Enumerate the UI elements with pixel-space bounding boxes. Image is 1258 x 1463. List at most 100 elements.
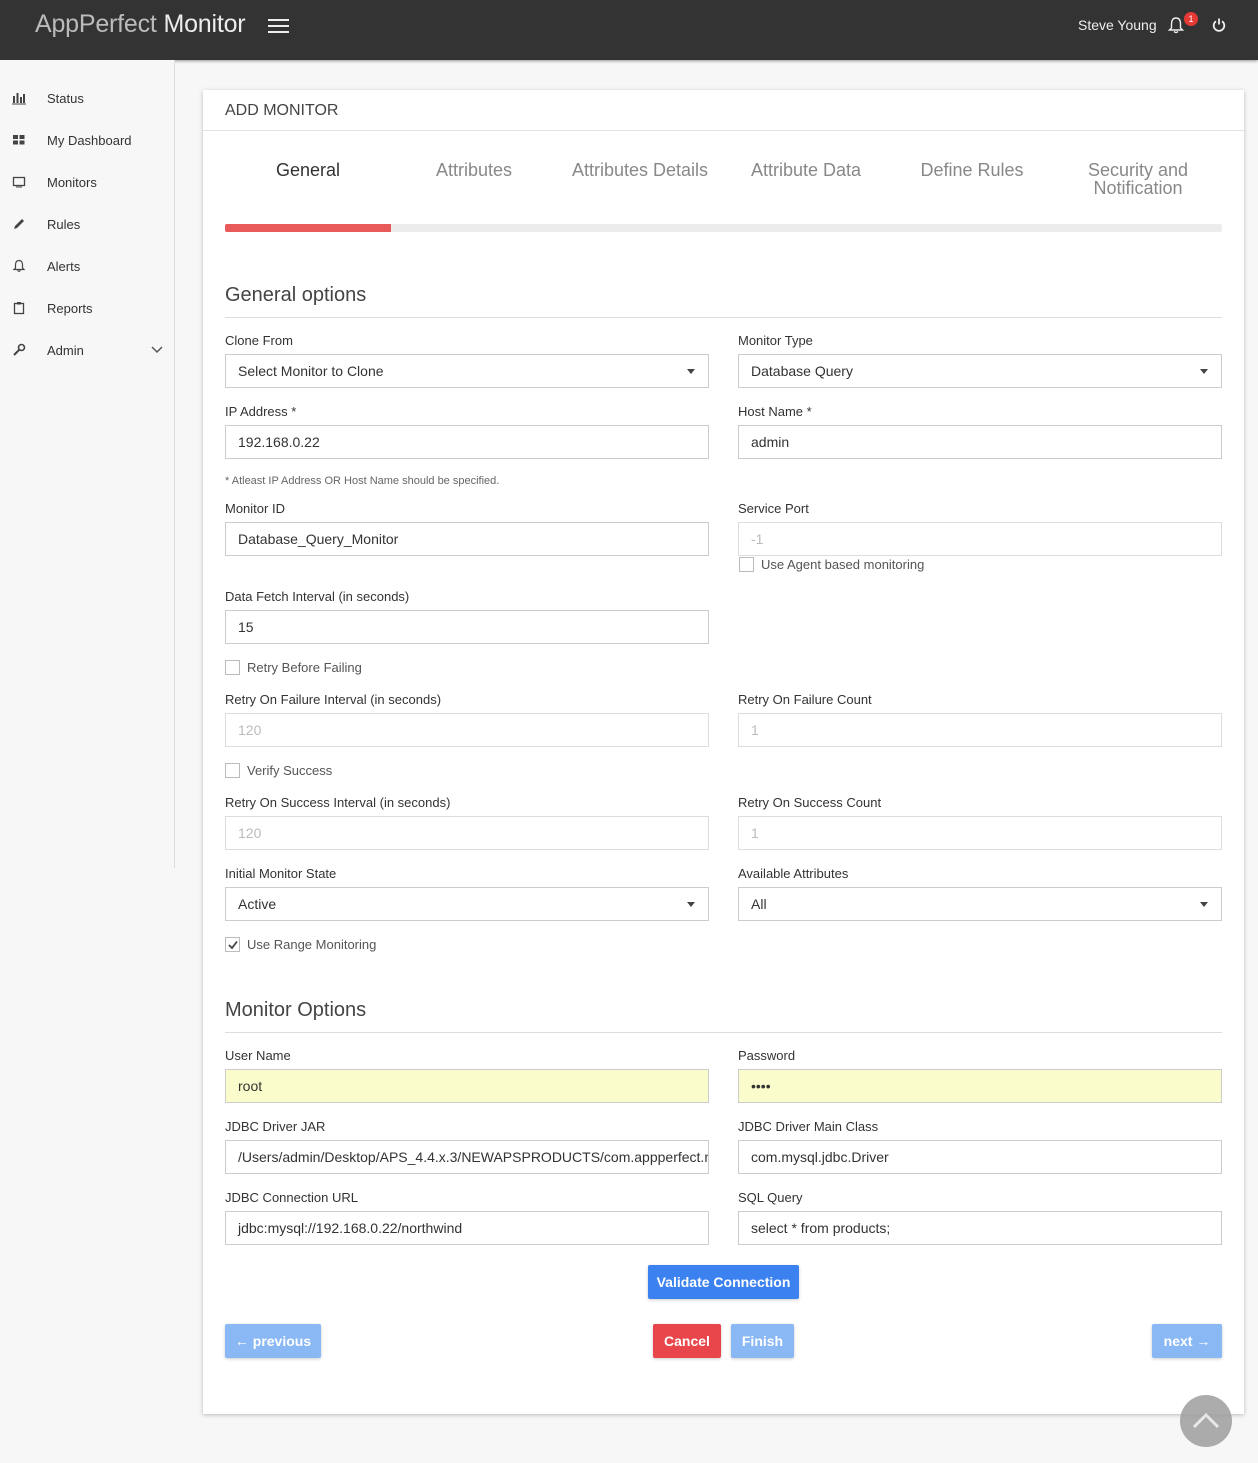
user-name-input[interactable]: root xyxy=(225,1069,709,1103)
clone-from-value: Select Monitor to Clone xyxy=(238,363,384,379)
wizard-step-attribute-data[interactable]: Attribute Data xyxy=(723,161,889,179)
sidebar-item-label: Admin xyxy=(47,343,84,358)
sidebar-item-label: Alerts xyxy=(47,259,81,274)
use-agent-label: Use Agent based monitoring xyxy=(761,557,925,572)
sidebar-item-status[interactable]: Status xyxy=(0,84,174,114)
retry-success-count-input[interactable]: 1 xyxy=(738,816,1222,850)
app-logo[interactable]: AppPerfect Monitor xyxy=(35,10,246,39)
sidebar-item-label: Reports xyxy=(47,301,93,316)
initial-state-value: Active xyxy=(238,896,277,912)
jdbc-url-input[interactable]: jdbc:mysql://192.168.0.22/northwind xyxy=(225,1211,709,1245)
wizard-step-define-rules[interactable]: Define Rules xyxy=(889,161,1055,179)
jdbc-class-input[interactable]: com.mysql.jdbc.Driver xyxy=(738,1140,1222,1174)
previous-button[interactable]: ← previous xyxy=(225,1324,321,1358)
retry-failure-interval-input[interactable]: 120 xyxy=(225,713,709,747)
jdbc-class-label: JDBC Driver Main Class xyxy=(738,1119,879,1134)
bar-chart-icon xyxy=(12,93,26,105)
progress-fill xyxy=(225,224,392,232)
initial-state-select[interactable]: Active xyxy=(225,887,709,921)
sidebar-item-admin[interactable]: Admin xyxy=(0,336,174,366)
fetch-interval-label: Data Fetch Interval (in seconds) xyxy=(225,589,410,604)
monitor-icon xyxy=(12,176,26,188)
ip-address-label: IP Address * xyxy=(225,404,297,419)
divider xyxy=(203,130,1244,131)
notification-badge: 1 xyxy=(1184,12,1198,26)
chevron-down-icon xyxy=(151,346,163,354)
logout-power-icon[interactable] xyxy=(1212,17,1226,33)
service-port-input[interactable]: -1 xyxy=(738,522,1222,556)
pencil-icon xyxy=(14,219,24,229)
user-name[interactable]: Steve Young xyxy=(1078,17,1157,33)
wizard-progress-bar xyxy=(225,224,1222,232)
monitor-id-input[interactable]: Database_Query_Monitor xyxy=(225,522,709,556)
scroll-to-top-button[interactable] xyxy=(1180,1395,1232,1447)
sidebar-item-label: My Dashboard xyxy=(47,133,132,148)
wrench-icon xyxy=(13,343,26,356)
finish-button[interactable]: Finish xyxy=(731,1324,794,1358)
jdbc-url-label: JDBC Connection URL xyxy=(225,1190,358,1205)
caret-down-icon xyxy=(1200,369,1208,374)
available-attributes-value: All xyxy=(751,896,767,912)
user-name-label: User Name xyxy=(225,1048,291,1063)
check-icon xyxy=(228,940,238,950)
dashboard-grid-icon xyxy=(13,135,25,145)
clone-from-select[interactable]: Select Monitor to Clone xyxy=(225,354,709,388)
caret-down-icon xyxy=(687,902,695,907)
retry-success-interval-label: Retry On Success Interval (in seconds) xyxy=(225,795,451,810)
sidebar-item-reports[interactable]: Reports xyxy=(0,294,174,324)
clipboard-icon xyxy=(13,302,25,315)
divider xyxy=(225,1032,1222,1033)
caret-down-icon xyxy=(1200,902,1208,907)
sql-query-label: SQL Query xyxy=(738,1190,803,1205)
use-range-monitoring-label: Use Range Monitoring xyxy=(247,937,377,952)
sidebar-item-monitors[interactable]: Monitors xyxy=(0,168,174,198)
sidebar-item-rules[interactable]: Rules xyxy=(0,210,174,240)
monitor-id-label: Monitor ID xyxy=(225,501,285,516)
available-attributes-label: Available Attributes xyxy=(738,866,849,881)
host-name-input[interactable]: admin xyxy=(738,425,1222,459)
sidebar-item-label: Monitors xyxy=(47,175,97,190)
sidebar-item-my-dashboard[interactable]: My Dashboard xyxy=(0,126,174,156)
password-label: Password xyxy=(738,1048,796,1063)
wizard-step-general[interactable]: General xyxy=(225,161,391,179)
section-title-monitor-options: Monitor Options xyxy=(225,999,367,1021)
fetch-interval-input[interactable]: 15 xyxy=(225,610,709,644)
jdbc-jar-input[interactable]: /Users/admin/Desktop/APS_4.4.x.3/NEWAPSP… xyxy=(225,1140,709,1174)
retry-success-interval-input[interactable]: 120 xyxy=(225,816,709,850)
monitor-type-select[interactable]: Database Query xyxy=(738,354,1222,388)
retry-success-count-label: Retry On Success Count xyxy=(738,795,882,810)
sidebar: Status My Dashboard Monitors Rules Alert… xyxy=(0,60,175,868)
host-name-label: Host Name * xyxy=(738,404,812,419)
checkbox-box xyxy=(225,763,240,778)
bell-icon xyxy=(12,259,26,272)
sidebar-item-label: Rules xyxy=(47,217,81,232)
retry-before-failing-label: Retry Before Failing xyxy=(247,660,362,675)
clone-from-label: Clone From xyxy=(225,333,293,348)
retry-failure-count-input[interactable]: 1 xyxy=(738,713,1222,747)
brand-product: Monitor xyxy=(163,10,246,38)
ip-address-input[interactable]: 192.168.0.22 xyxy=(225,425,709,459)
section-title-general: General options xyxy=(225,284,367,306)
wizard-step-attributes-details[interactable]: Attributes Details xyxy=(557,161,723,179)
validate-connection-button[interactable]: Validate Connection xyxy=(648,1265,799,1299)
available-attributes-select[interactable]: All xyxy=(738,887,1222,921)
checkbox-box xyxy=(225,937,240,952)
retry-failure-count-label: Retry On Failure Count xyxy=(738,692,872,707)
wizard-step-security-notification[interactable]: Security and Notification xyxy=(1055,161,1221,197)
wizard-step-attributes[interactable]: Attributes xyxy=(391,161,557,179)
sidebar-item-alerts[interactable]: Alerts xyxy=(0,252,174,282)
address-note: * Atleast IP Address OR Host Name should… xyxy=(225,475,500,487)
checkbox-box xyxy=(225,660,240,675)
sidebar-item-label: Status xyxy=(47,91,84,106)
caret-down-icon xyxy=(687,369,695,374)
menu-toggle-icon[interactable] xyxy=(268,16,289,34)
service-port-label: Service Port xyxy=(738,501,809,516)
top-navbar: AppPerfect Monitor Steve Young 1 xyxy=(0,0,1258,60)
sql-query-input[interactable]: select * from products; xyxy=(738,1211,1222,1245)
initial-state-label: Initial Monitor State xyxy=(225,866,337,881)
next-button[interactable]: next → xyxy=(1152,1324,1222,1358)
verify-success-label: Verify Success xyxy=(247,763,333,778)
cancel-button[interactable]: Cancel xyxy=(653,1324,721,1358)
checkbox-box xyxy=(739,557,754,572)
password-input[interactable]: •••• xyxy=(738,1069,1222,1103)
